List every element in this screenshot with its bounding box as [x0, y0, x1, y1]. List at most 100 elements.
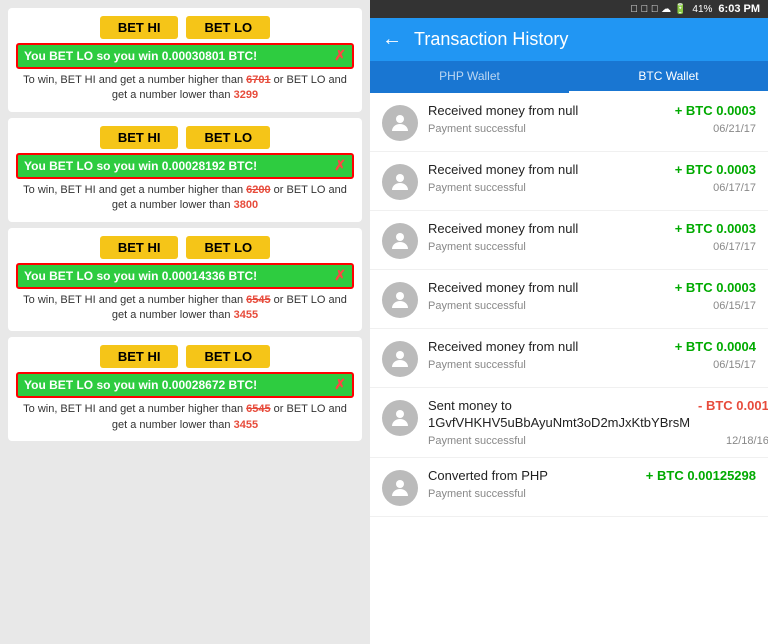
tx-date: 12/18/16 [726, 435, 768, 447]
tx-status: Payment successful [428, 488, 526, 500]
tx-amount: - BTC 0.001 [698, 398, 768, 413]
tx-amount: + BTC 0.0003 [675, 162, 756, 177]
bet-buttons: BET HI BET LO [16, 345, 354, 368]
tx-amount: + BTC 0.0003 [675, 221, 756, 236]
bet-buttons: BET HI BET LO [16, 126, 354, 149]
transaction-item[interactable]: Received money from null + BTC 0.0003 Pa… [370, 152, 768, 211]
tx-top: Received money from null + BTC 0.0003 [428, 221, 756, 238]
tx-content: Converted from PHP + BTC 0.00125298 Paym… [428, 468, 756, 500]
lo-number: 3299 [234, 89, 258, 101]
tx-top: Received money from null + BTC 0.0003 [428, 280, 756, 297]
transaction-item[interactable]: Received money from null + BTC 0.0003 Pa… [370, 211, 768, 270]
bet-lo-button[interactable]: BET LO [186, 345, 270, 368]
bet-card: BET HI BET LO You BET LO so you win 0.00… [8, 337, 362, 441]
wallet-tab-btc-wallet[interactable]: BTC Wallet [569, 61, 768, 93]
tx-content: Received money from null + BTC 0.0003 Pa… [428, 103, 756, 135]
tx-title: Received money from null [428, 103, 667, 120]
tx-content: Received money from null + BTC 0.0003 Pa… [428, 280, 756, 312]
win-banner: You BET LO so you win 0.00030801 BTC! [16, 43, 354, 69]
bet-hi-button[interactable]: BET HI [100, 16, 179, 39]
tx-title: Converted from PHP [428, 468, 638, 485]
bet-description: To win, BET HI and get a number higher t… [16, 293, 354, 324]
hi-number: 6545 [246, 403, 270, 415]
tx-date: 06/15/17 [713, 359, 756, 371]
tx-bottom: Payment successful 06/17/17 [428, 241, 756, 253]
tx-date: 06/21/17 [713, 123, 756, 135]
tx-bottom: Payment successful 12/18/16 [428, 435, 768, 447]
bet-lo-button[interactable]: BET LO [186, 126, 270, 149]
bet-lo-button[interactable]: BET LO [186, 16, 270, 39]
bet-hi-button[interactable]: BET HI [100, 126, 179, 149]
tx-avatar [382, 282, 418, 318]
tx-bottom: Payment successful 06/21/17 [428, 123, 756, 135]
bet-hi-button[interactable]: BET HI [100, 345, 179, 368]
tx-content: Received money from null + BTC 0.0004 Pa… [428, 339, 756, 371]
tx-avatar [382, 470, 418, 506]
bet-card: BET HI BET LO You BET LO so you win 0.00… [8, 118, 362, 222]
right-panel:    ☁ 🔋 41% 6:03 PM ← Transaction Hist… [370, 0, 768, 644]
bet-lo-button[interactable]: BET LO [186, 236, 270, 259]
transaction-list: Received money from null + BTC 0.0003 Pa… [370, 93, 768, 644]
tx-status: Payment successful [428, 300, 526, 312]
page-title: Transaction History [414, 29, 568, 50]
transaction-item[interactable]: Converted from PHP + BTC 0.00125298 Paym… [370, 458, 768, 517]
tx-bottom: Payment successful [428, 488, 756, 500]
transaction-item[interactable]: Received money from null + BTC 0.0003 Pa… [370, 270, 768, 329]
win-banner: You BET LO so you win 0.00028192 BTC! [16, 153, 354, 179]
bet-description: To win, BET HI and get a number higher t… [16, 402, 354, 433]
tx-top: Received money from null + BTC 0.0003 [428, 103, 756, 120]
tx-date: 06/17/17 [713, 241, 756, 253]
tx-date: 06/17/17 [713, 182, 756, 194]
tx-status: Payment successful [428, 241, 526, 253]
bet-description: To win, BET HI and get a number higher t… [16, 73, 354, 104]
tx-amount: + BTC 0.0003 [675, 103, 756, 118]
tx-amount: + BTC 0.0003 [675, 280, 756, 295]
back-button[interactable]: ← [382, 28, 402, 51]
bet-card: BET HI BET LO You BET LO so you win 0.00… [8, 8, 362, 112]
tx-top: Converted from PHP + BTC 0.00125298 [428, 468, 756, 485]
tx-status: Payment successful [428, 359, 526, 371]
bet-card: BET HI BET LO You BET LO so you win 0.00… [8, 228, 362, 332]
tx-bottom: Payment successful 06/17/17 [428, 182, 756, 194]
tx-title: Sent money to 1GvfVHKHV5uBbAyuNmt3oD2mJx… [428, 398, 690, 432]
left-panel: BET HI BET LO You BET LO so you win 0.00… [0, 0, 370, 644]
signal-icons:    ☁ 🔋 [630, 4, 686, 15]
tx-avatar [382, 341, 418, 377]
hi-number: 6545 [246, 294, 270, 306]
tx-title: Received money from null [428, 221, 667, 238]
transaction-item[interactable]: Received money from null + BTC 0.0003 Pa… [370, 93, 768, 152]
tx-top: Sent money to 1GvfVHKHV5uBbAyuNmt3oD2mJx… [428, 398, 768, 432]
page-header: ← Transaction History [370, 18, 768, 61]
lo-number: 3455 [234, 419, 258, 431]
tx-content: Received money from null + BTC 0.0003 Pa… [428, 162, 756, 194]
tx-amount: + BTC 0.0004 [675, 339, 756, 354]
tx-bottom: Payment successful 06/15/17 [428, 300, 756, 312]
bet-hi-button[interactable]: BET HI [100, 236, 179, 259]
tx-title: Received money from null [428, 339, 667, 356]
bet-buttons: BET HI BET LO [16, 16, 354, 39]
tx-title: Received money from null [428, 280, 667, 297]
tx-avatar [382, 223, 418, 259]
status-bar:    ☁ 🔋 41% 6:03 PM [370, 0, 768, 18]
tx-content: Received money from null + BTC 0.0003 Pa… [428, 221, 756, 253]
bet-buttons: BET HI BET LO [16, 236, 354, 259]
tx-bottom: Payment successful 06/15/17 [428, 359, 756, 371]
clock: 6:03 PM [718, 3, 760, 15]
tx-top: Received money from null + BTC 0.0003 [428, 162, 756, 179]
battery-indicator: 41% [692, 4, 712, 15]
tx-date: 06/15/17 [713, 300, 756, 312]
tx-avatar [382, 105, 418, 141]
tx-status: Payment successful [428, 123, 526, 135]
tx-status: Payment successful [428, 182, 526, 194]
hi-number: 6200 [246, 184, 270, 196]
tx-status: Payment successful [428, 435, 526, 447]
win-banner: You BET LO so you win 0.00014336 BTC! [16, 263, 354, 289]
tx-content: Sent money to 1GvfVHKHV5uBbAyuNmt3oD2mJx… [428, 398, 768, 447]
transaction-item[interactable]: Sent money to 1GvfVHKHV5uBbAyuNmt3oD2mJx… [370, 388, 768, 458]
wallet-tab-php-wallet[interactable]: PHP Wallet [370, 61, 569, 93]
lo-number: 3455 [234, 309, 258, 321]
wallet-tabs: PHP WalletBTC Wallet [370, 61, 768, 93]
lo-number: 3800 [234, 199, 258, 211]
win-banner: You BET LO so you win 0.00028672 BTC! [16, 372, 354, 398]
transaction-item[interactable]: Received money from null + BTC 0.0004 Pa… [370, 329, 768, 388]
